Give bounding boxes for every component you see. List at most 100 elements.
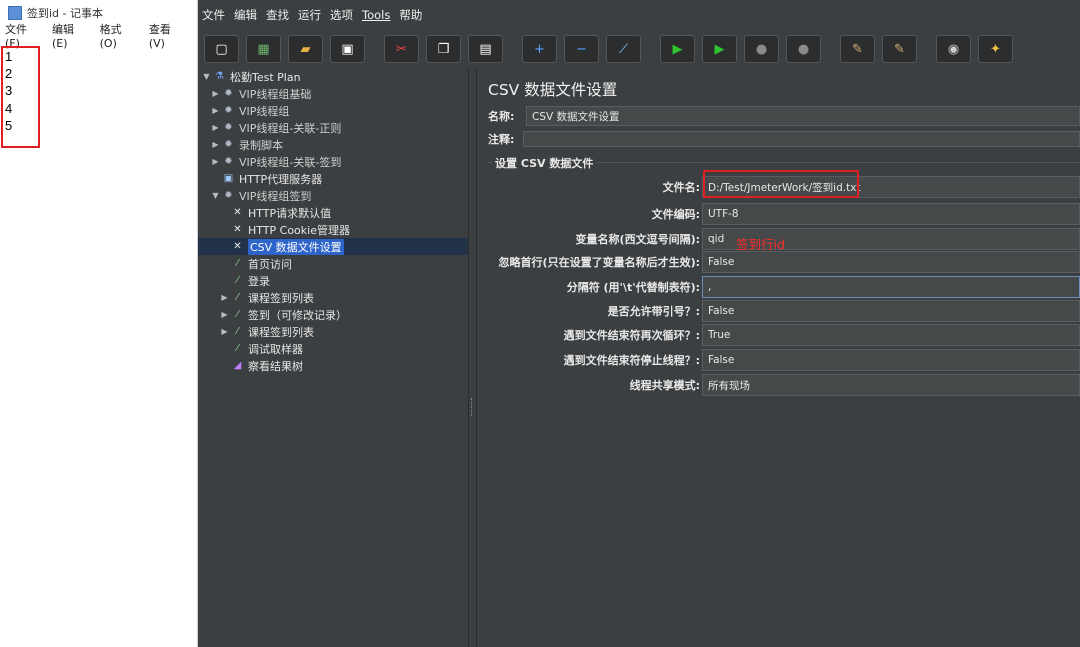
menu-edit[interactable]: 编辑 [234, 7, 257, 23]
tree-node-label: 课程签到列表 [248, 325, 314, 339]
tree-node[interactable]: ✕ HTTP请求默认值 [198, 204, 468, 221]
new-button[interactable]: ▢ [204, 35, 239, 63]
expand-arrow-icon[interactable]: ▶ [220, 310, 229, 319]
save-button[interactable]: ▣ [330, 35, 365, 63]
notepad-line: 5 [5, 117, 13, 133]
reset-search-icon: ✦ [990, 41, 1001, 57]
tree-node-label: VIP线程组签到 [239, 189, 312, 203]
notepad-menu-format[interactable]: 格式(O) [100, 21, 137, 50]
tree-node[interactable]: ▶ ⁄ 课程签到列表 [198, 289, 468, 306]
notepad-menu-edit[interactable]: 编辑(E) [52, 21, 88, 50]
csv-field-input[interactable]: False [702, 300, 1080, 322]
sampler-icon: ⁄ [236, 309, 239, 320]
tree-node[interactable]: ▼ ⚗ 松勤Test Plan [198, 68, 468, 85]
clear-button[interactable]: ✎ [840, 35, 875, 63]
notepad-window: 签到id - 记事本 文件(F) 编辑(E) 格式(O) 查看(V) 1 2 3… [0, 0, 198, 647]
save-icon: ▣ [341, 41, 354, 57]
tree-node[interactable]: ⁄ 登录 [198, 272, 468, 289]
gear-icon: ✹ [224, 105, 233, 116]
reset-search-button[interactable]: ✦ [978, 35, 1013, 63]
toggle-button[interactable]: ⟋ [606, 35, 641, 63]
tree-node[interactable]: ▶ ⁄ 课程签到列表 [198, 323, 468, 340]
csv-field-input[interactable]: UTF-8 [702, 203, 1080, 225]
tree-node[interactable]: ▼ ✹ VIP线程组签到 [198, 187, 468, 204]
csv-field-input[interactable]: False [702, 251, 1080, 273]
tree-node[interactable]: ▶ ⁄ 签到（可修改记录） [198, 306, 468, 323]
expand-arrow-icon[interactable]: ▶ [211, 123, 220, 132]
gear-icon: ✹ [224, 139, 233, 150]
expand-arrow-icon[interactable]: ▶ [211, 140, 220, 149]
expand-arrow-icon[interactable]: ▶ [211, 106, 220, 115]
menu-help[interactable]: 帮助 [399, 7, 422, 23]
csv-field-input[interactable]: True [702, 324, 1080, 346]
tree-node[interactable]: ▶ ✹ VIP线程组-关联-正则 [198, 119, 468, 136]
gear-icon: ✹ [224, 190, 233, 201]
tree-node[interactable]: ✕ HTTP Cookie管理器 [198, 221, 468, 238]
notepad-title: 签到id - 记事本 [27, 7, 104, 20]
tree-node[interactable]: ▶ ✹ 录制脚本 [198, 136, 468, 153]
collapse-button[interactable]: − [564, 35, 599, 63]
expand-icon: + [534, 41, 545, 57]
clear-icon: ✎ [852, 41, 863, 57]
test-plan-tree: ▼ ⚗ 松勤Test Plan ▶ ✹ VIP线程组基础 ▶ ✹ VIP线程组 ▶ ✹ VIP线程组-… [198, 68, 468, 647]
expand-arrow-icon[interactable]: ▶ [211, 157, 220, 166]
start-button[interactable]: ▶ [660, 35, 695, 63]
menu-file[interactable]: 文件 [202, 7, 225, 23]
csv-field-label: 分隔符 (用'\t'代替制表符): [566, 281, 700, 294]
cut-button[interactable]: ✂ [384, 35, 419, 63]
menu-search[interactable]: 查找 [266, 7, 289, 23]
tree-node[interactable]: ⁄ 首页访问 [198, 255, 468, 272]
comment-label: 注释: [488, 133, 515, 146]
tree-node-label: 调试取样器 [248, 342, 303, 356]
tree-node-label: VIP线程组 [239, 104, 290, 118]
expand-arrow-icon[interactable]: ▶ [220, 293, 229, 302]
clear-all-button[interactable]: ✎ [882, 35, 917, 63]
paste-button[interactable]: ▤ [468, 35, 503, 63]
sampler-icon: ⁄ [236, 292, 239, 303]
tree-node[interactable]: ▶ ✹ VIP线程组-关联-签到 [198, 153, 468, 170]
expand-arrow-icon[interactable]: ▶ [220, 327, 229, 336]
search-button[interactable]: ◉ [936, 35, 971, 63]
collapse-arrow-icon[interactable]: ▼ [211, 191, 220, 200]
tree-node[interactable]: ✕ CSV 数据文件设置 [198, 238, 468, 255]
gear-icon: ✹ [224, 88, 233, 99]
tree-node[interactable]: ▶ ✹ VIP线程组 [198, 102, 468, 119]
menu-tools[interactable]: Tools [362, 8, 390, 22]
menu-options[interactable]: 选项 [330, 7, 353, 23]
start-no-pause-button[interactable]: ▶ [702, 35, 737, 63]
panel-title: CSV 数据文件设置 [488, 81, 618, 99]
open-icon: ▰ [300, 41, 311, 57]
tree-node[interactable]: ▶ ✹ VIP线程组基础 [198, 85, 468, 102]
csv-field-input[interactable]: 所有现场 [702, 374, 1080, 396]
notepad-icon [8, 6, 22, 20]
copy-button[interactable]: ❐ [426, 35, 461, 63]
csv-field-input[interactable]: False [702, 349, 1080, 371]
tree-node-label: VIP线程组-关联-签到 [239, 155, 342, 169]
menu-run[interactable]: 运行 [298, 7, 321, 23]
csv-field-row: 文件编码: UTF-8 [478, 203, 1080, 225]
notepad-text-area[interactable]: 1 2 3 4 5 [1, 46, 40, 148]
notepad-menu-view[interactable]: 查看(V) [149, 21, 185, 50]
comment-field[interactable] [523, 131, 1080, 147]
split-pane-divider[interactable] [468, 68, 477, 647]
tree-node[interactable]: ⁄ 调试取样器 [198, 340, 468, 357]
tree-node[interactable]: ◢ 察看结果树 [198, 357, 468, 374]
stop-button[interactable]: ● [744, 35, 779, 63]
tree-node-label: HTTP请求默认值 [248, 206, 332, 220]
expand-arrow-icon[interactable]: ▶ [211, 89, 220, 98]
csv-field-row: 是否允许带引号？: False [478, 300, 1080, 322]
csv-field-input[interactable]: , [702, 276, 1080, 298]
tree-node-label: HTTP Cookie管理器 [248, 223, 350, 237]
csv-field-row: 忽略首行(只在设置了变量名称后才生效): False [478, 251, 1080, 273]
collapse-arrow-icon[interactable]: ▼ [202, 72, 211, 81]
jmeter-window: 文件 编辑 查找 运行 选项 Tools 帮助 ▢ ▦ ▰ ▣ ✂ ❐ ▤ + − ⟋ ▶ ▶ ● ● ✎ ✎… [198, 0, 1080, 647]
csv-field-row: 分隔符 (用'\t'代替制表符):, [478, 276, 1080, 298]
templates-button[interactable]: ▦ [246, 35, 281, 63]
shutdown-button[interactable]: ● [786, 35, 821, 63]
open-button[interactable]: ▰ [288, 35, 323, 63]
expand-button[interactable]: + [522, 35, 557, 63]
annotation-text: 签到行id [736, 237, 785, 252]
name-field[interactable]: CSV 数据文件设置 [526, 106, 1080, 126]
notepad-line: 1 [5, 49, 13, 64]
tree-node[interactable]: ▣ HTTP代理服务器 [198, 170, 468, 187]
